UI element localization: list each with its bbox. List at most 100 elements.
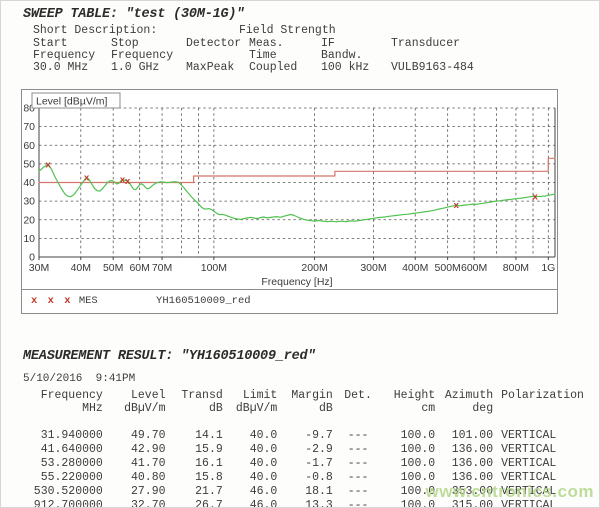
result-header-h2-8 xyxy=(493,402,595,415)
result-header-h2-2: dB xyxy=(166,402,223,415)
result-cell-2-2: 16.1 xyxy=(166,456,223,470)
x-tick-label: 40M xyxy=(71,262,91,274)
y-tick-label: 50 xyxy=(23,158,35,170)
legend-trace-name: YH160510009_red xyxy=(156,295,251,307)
x-tick-label: 500M xyxy=(435,262,461,274)
field-strength-chart: 0102030405060708030M40M50M60M70M100M200M… xyxy=(21,89,558,314)
result-header-h1-0: Frequency xyxy=(23,389,103,402)
result-cell-3-2: 15.8 xyxy=(166,470,223,484)
y-tick-label: 70 xyxy=(23,121,35,133)
result-row-1: 41.64000042.9015.940.0-2.9---100.0136.00… xyxy=(23,442,595,456)
watermark-text: www.cntronics.com xyxy=(426,482,594,502)
result-cell-1-4: -2.9 xyxy=(277,442,332,456)
x-tick-label: 60M xyxy=(129,262,149,274)
result-cell-3-0: 55.220000 xyxy=(23,470,103,484)
result-cell-5-5: --- xyxy=(333,498,384,508)
result-header-h2-1: dBµV/m xyxy=(103,402,166,415)
result-header-h1-2: Transd xyxy=(166,389,223,402)
sweep-cell-value-2: MaxPeak xyxy=(186,61,234,74)
result-header-h1-1: Level xyxy=(103,389,166,402)
result-cell-0-8: VERTICAL xyxy=(493,428,595,442)
result-cell-5-0: 912.700000 xyxy=(23,498,103,508)
result-cell-5-1: 32.70 xyxy=(103,498,166,508)
result-cell-4-4: 18.1 xyxy=(277,484,332,498)
result-spacer-cell xyxy=(23,415,595,428)
x-tick-label: 800M xyxy=(503,262,529,274)
report-page: SWEEP TABLE: "test (30M-1G)" Short Descr… xyxy=(0,0,600,508)
result-cell-4-0: 530.520000 xyxy=(23,484,103,498)
result-header-h1-6: Height xyxy=(383,389,435,402)
result-header-h1-8: Polarization xyxy=(493,389,595,402)
measurement-datetime: 5/10/2016 9:41PM xyxy=(23,373,135,385)
y-tick-label: 10 xyxy=(23,233,35,245)
result-cell-1-1: 42.90 xyxy=(103,442,166,456)
measurement-marker: x xyxy=(125,176,131,187)
result-spacer-row xyxy=(23,415,595,428)
result-cell-1-2: 15.9 xyxy=(166,442,223,456)
measurement-result-section: MEASUREMENT RESULT: "YH160510009_red" 5/… xyxy=(23,349,595,439)
sweep-cell-h1-5: Transducer xyxy=(391,37,460,50)
result-cell-0-6: 100.0 xyxy=(383,428,435,442)
result-cell-1-0: 41.640000 xyxy=(23,442,103,456)
result-header-h2-3: dBµV/m xyxy=(223,402,278,415)
result-header-h2-6: cm xyxy=(383,402,435,415)
y-tick-label: 20 xyxy=(23,214,35,226)
result-cell-3-3: 40.0 xyxy=(223,470,278,484)
result-cell-2-3: 40.0 xyxy=(223,456,278,470)
result-cell-0-1: 49.70 xyxy=(103,428,166,442)
result-cell-2-1: 41.70 xyxy=(103,456,166,470)
chart-canvas: 0102030405060708030M40M50M60M70M100M200M… xyxy=(22,90,557,290)
result-cell-3-4: -0.8 xyxy=(277,470,332,484)
result-cell-4-2: 21.7 xyxy=(166,484,223,498)
result-cell-0-3: 40.0 xyxy=(223,428,278,442)
x-tick-label: 1G xyxy=(541,262,555,274)
result-row-0: 31.94000049.7014.140.0-9.7---100.0101.00… xyxy=(23,428,595,442)
result-cell-2-4: -1.7 xyxy=(277,456,332,470)
result-row-2: 53.28000041.7016.140.0-1.7---100.0136.00… xyxy=(23,456,595,470)
result-cell-0-0: 31.940000 xyxy=(23,428,103,442)
y-tick-label: 30 xyxy=(23,196,35,208)
result-cell-0-7: 101.00 xyxy=(435,428,493,442)
result-cell-1-6: 100.0 xyxy=(383,442,435,456)
sweep-cell-value-4: 100 kHz xyxy=(321,61,369,74)
result-cell-3-1: 40.80 xyxy=(103,470,166,484)
result-header-h1-3: Limit xyxy=(223,389,278,402)
result-header-row: FrequencyLevelTransdLimitMarginDet.Heigh… xyxy=(23,389,595,402)
result-cell-1-7: 136.00 xyxy=(435,442,493,456)
sweep-cell-value-1: 1.0 GHz xyxy=(111,61,159,74)
sweep-table-section: SWEEP TABLE: "test (30M-1G)" Short Descr… xyxy=(23,9,583,83)
measurement-marker: x xyxy=(45,160,51,171)
measurement-result-title: MEASUREMENT RESULT: "YH160510009_red" xyxy=(23,349,315,364)
sweep-cell-value-5: VULB9163-484 xyxy=(391,61,474,74)
x-tick-label: 300M xyxy=(360,262,386,274)
result-cell-2-0: 53.280000 xyxy=(23,456,103,470)
result-cell-3-5: --- xyxy=(333,470,384,484)
x-tick-label: 400M xyxy=(402,262,428,274)
y-axis-title: Level [dBµV/m] xyxy=(36,96,107,108)
y-tick-label: 40 xyxy=(23,177,35,189)
result-cell-2-6: 100.0 xyxy=(383,456,435,470)
legend-marker-symbols: x x x xyxy=(31,295,73,307)
result-cell-0-4: -9.7 xyxy=(277,428,332,442)
sweep-cell-value-3: Coupled xyxy=(249,61,297,74)
result-cell-5-2: 26.7 xyxy=(166,498,223,508)
y-tick-label: 60 xyxy=(23,140,35,152)
result-cell-5-4: 13.3 xyxy=(277,498,332,508)
x-tick-label: 50M xyxy=(103,262,123,274)
x-tick-label: 30M xyxy=(29,262,49,274)
result-header-h2-7: deg xyxy=(435,402,493,415)
result-header-h2-5 xyxy=(333,402,384,415)
short-description-label: Short Description: xyxy=(33,24,157,37)
result-cell-2-7: 136.00 xyxy=(435,456,493,470)
result-cell-5-3: 46.0 xyxy=(223,498,278,508)
series-measurement xyxy=(39,164,555,221)
short-description-value: Field Strength xyxy=(239,24,336,37)
result-cell-1-8: VERTICAL xyxy=(493,442,595,456)
result-cell-1-5: --- xyxy=(333,442,384,456)
measurement-marker: x xyxy=(453,200,459,211)
result-cell-4-1: 27.90 xyxy=(103,484,166,498)
series-limit xyxy=(39,158,555,182)
x-tick-label: 100M xyxy=(201,262,227,274)
result-cell-2-8: VERTICAL xyxy=(493,456,595,470)
x-tick-label: 200M xyxy=(301,262,327,274)
